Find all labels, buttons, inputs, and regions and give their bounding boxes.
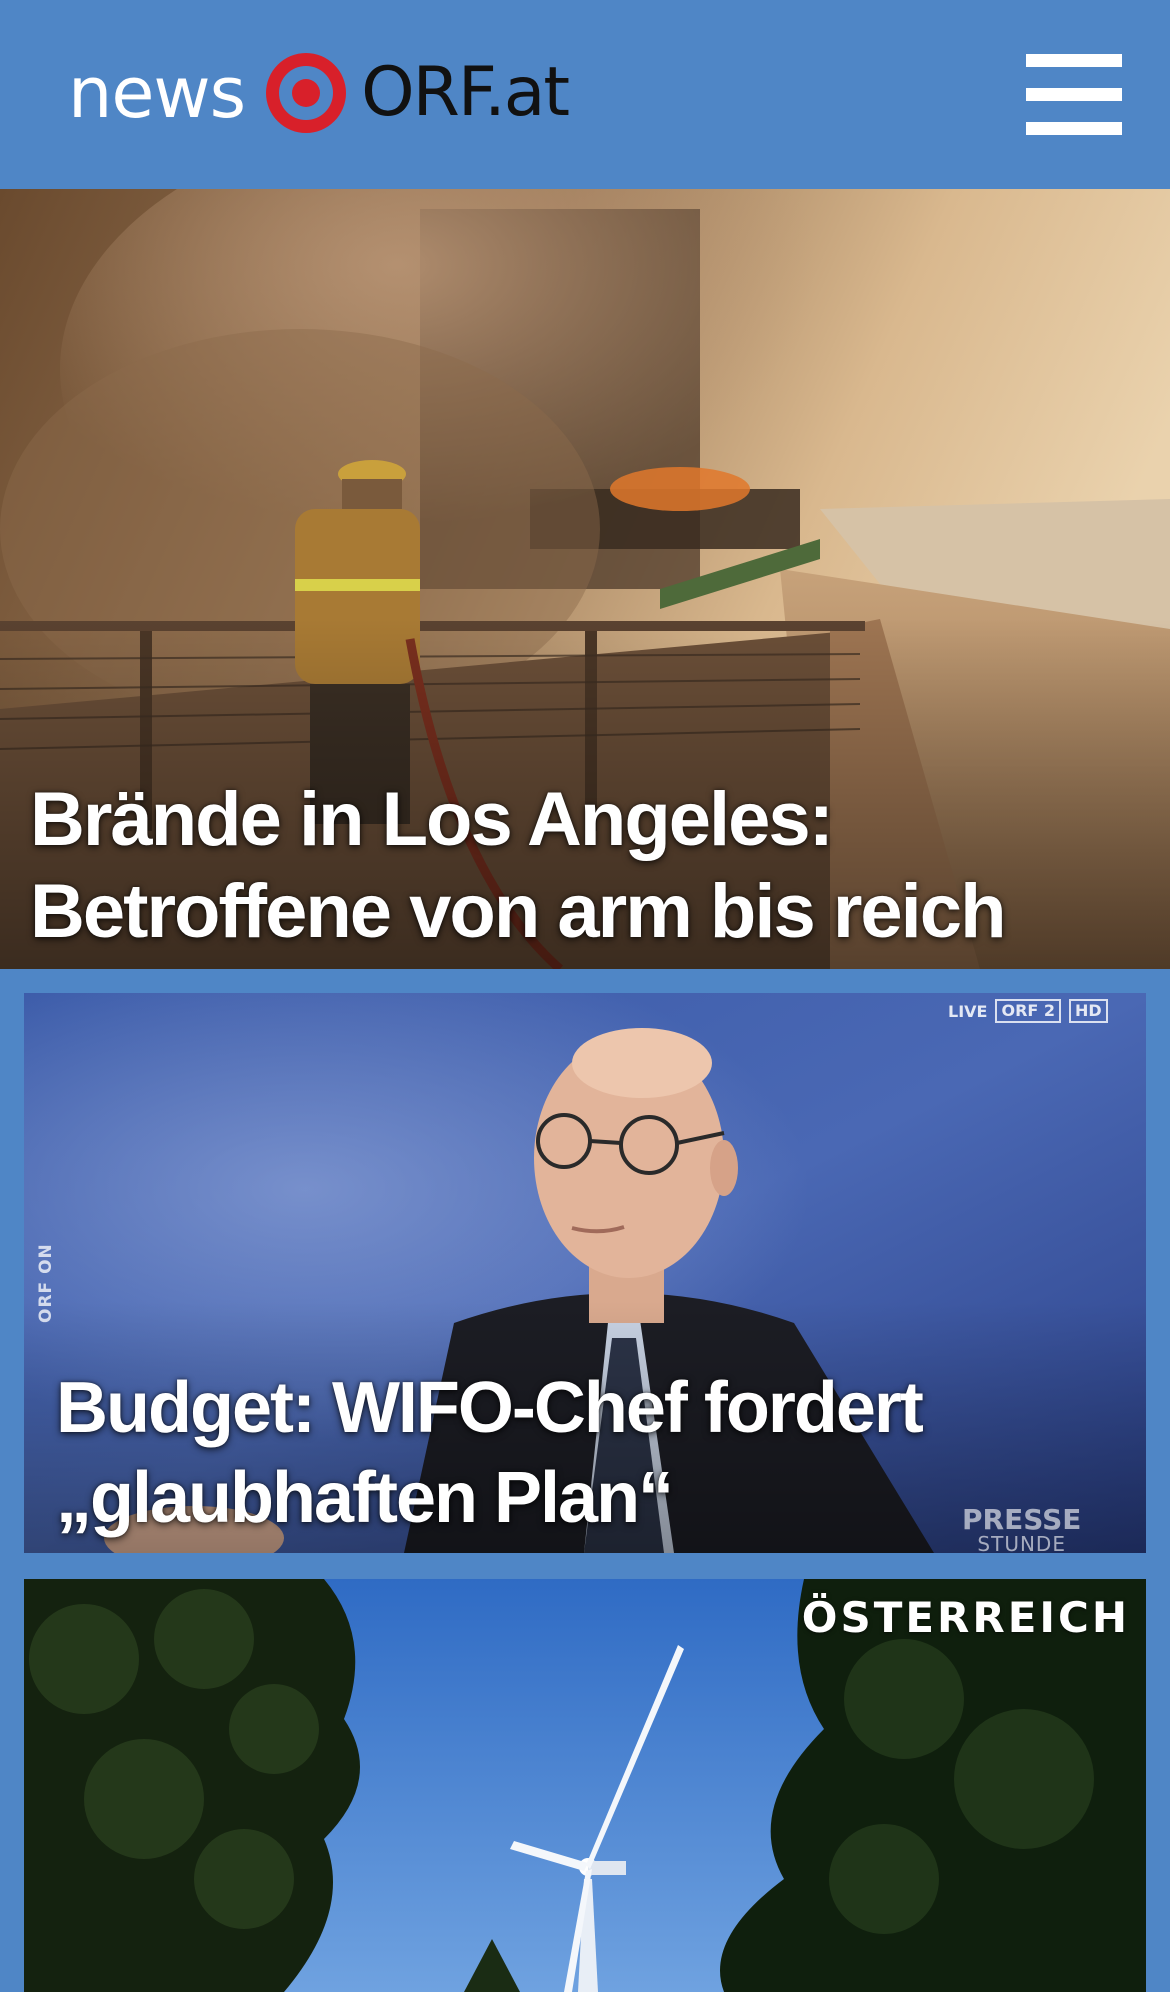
teaser-budget-wifo[interactable]: LIVE ORF 2 HD ORF ON PRESSE STUNDE Budge…: [24, 993, 1146, 1553]
orf2-channel-label: ORF 2: [995, 999, 1062, 1023]
live-orf2-hd-badge: LIVE ORF 2 HD: [948, 999, 1108, 1023]
logo-orf-text: ORF.at: [361, 53, 570, 132]
teaser-oesterreich[interactable]: ÖSTERREICH: [24, 1579, 1146, 1992]
orf-on-label: ORF ON: [36, 1243, 56, 1323]
teaser-headline[interactable]: Brände in Los Angeles: Betroffene von ar…: [30, 774, 1160, 958]
hamburger-menu-icon[interactable]: [1024, 50, 1124, 140]
live-label: LIVE: [948, 1001, 988, 1021]
teaser-headline[interactable]: Budget: WIFO-Chef fordert „glaubhaften P…: [56, 1363, 956, 1543]
teaser-los-angeles-fires[interactable]: Brände in Los Angeles: Betroffene von ar…: [0, 189, 1170, 969]
top-header: news ORF.at: [0, 0, 1170, 189]
hd-label: HD: [1069, 999, 1108, 1023]
presse-stunde-watermark: PRESSE STUNDE: [962, 1506, 1081, 1554]
logo-news-text: news: [68, 52, 246, 134]
watermark-bottom: STUNDE: [977, 1532, 1066, 1553]
news-orf-logo[interactable]: news ORF.at: [68, 48, 570, 138]
orf-target-icon: [266, 53, 347, 133]
category-label[interactable]: ÖSTERREICH: [802, 1593, 1130, 1642]
